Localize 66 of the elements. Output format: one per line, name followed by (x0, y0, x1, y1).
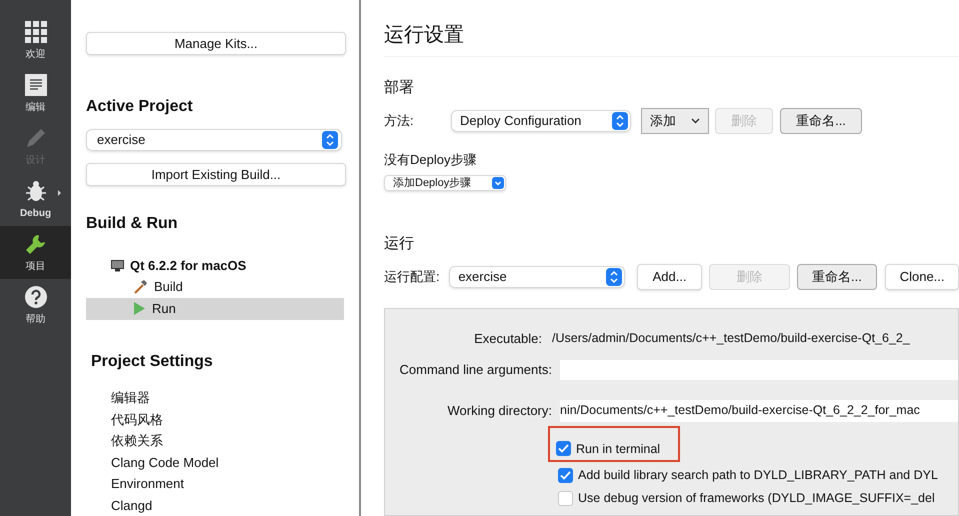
settings-item[interactable]: Environment (111, 473, 344, 494)
settings-item[interactable]: 代码风格 (111, 408, 344, 430)
kit-item[interactable]: Build (86, 276, 344, 298)
option-label: Use debug version of frameworks (DYLD_IMAGE_SUFFIX=_del (578, 490, 935, 507)
run-config-button[interactable]: Add... (637, 264, 702, 290)
chevron-down-icon (691, 118, 700, 124)
settings-item[interactable]: 依赖关系 (111, 430, 344, 452)
working-directory-field[interactable]: nin/Documents/c++_testDemo/build-exercise-Qt_6_2_2_for_mac (560, 400, 958, 422)
mode-button[interactable]: 项目 (0, 226, 71, 279)
submenu-arrow-icon (58, 190, 61, 196)
document-icon (24, 72, 48, 96)
section-heading: 部署 (384, 78, 415, 98)
field-label: Executable: (473, 330, 543, 348)
deploy-method-select[interactable]: Deploy Configuration (451, 110, 631, 132)
chevron-down-icon (492, 177, 504, 189)
kit-item[interactable]: Run (86, 298, 344, 320)
monitor-icon (111, 260, 124, 272)
checkbox[interactable] (558, 490, 573, 506)
settings-item[interactable]: Clang Code Model (111, 452, 344, 473)
run-config-button[interactable]: Clone... (885, 264, 959, 290)
mode-label: 欢迎 (26, 48, 46, 62)
checkmark-icon (558, 444, 569, 454)
settings-item[interactable]: Clangd (111, 494, 344, 516)
run-config-select[interactable]: exercise (449, 266, 626, 288)
checkbox[interactable] (558, 468, 573, 484)
mode-label: 帮助 (26, 312, 46, 326)
mode-label: 项目 (26, 260, 46, 274)
checkmark-icon (560, 471, 571, 480)
hammer-icon (133, 279, 148, 294)
section-heading: 运行 (384, 234, 415, 254)
import-build-button[interactable]: Import Existing Build... (86, 162, 346, 186)
stepper-icon (606, 268, 622, 286)
section-heading: Project Settings (90, 352, 214, 372)
mode-button[interactable]: Debug (0, 173, 71, 226)
run-config-button[interactable]: 重命名... (796, 264, 878, 290)
add-dropdown[interactable]: 添加 (641, 108, 709, 134)
option-label: Add build library search path to DYLD_LIBRARY_PATH and DYL (578, 467, 938, 484)
section-heading: Active Project (86, 97, 194, 118)
no-steps-label: 没有Deploy步骤 (384, 150, 478, 169)
project-select[interactable]: exercise (86, 129, 342, 151)
mode-button[interactable]: 编辑 (0, 67, 71, 120)
manage-kits-button[interactable]: Manage Kits... (86, 32, 346, 56)
stepper-icon (322, 131, 338, 150)
checkbox[interactable] (556, 441, 571, 456)
page-title: 运行设置 (384, 20, 959, 57)
add-step-select[interactable]: 添加Deploy步骤 (384, 175, 506, 191)
field-label: Working directory: (446, 402, 553, 420)
mode-label: 编辑 (26, 100, 46, 114)
executable-path: /Users/admin/Documents/c++_testDemo/build-exercise-Qt_6_2_ (552, 330, 910, 348)
field-label: 方法: (384, 112, 415, 130)
mode-button[interactable]: 帮助 (0, 279, 71, 332)
arguments-field[interactable] (560, 360, 958, 380)
field-label: Command line arguments: (398, 360, 553, 379)
rename-button[interactable]: 重命名... (780, 108, 862, 134)
field-label: 运行配置: (384, 268, 441, 286)
mode-label: Debug (20, 206, 52, 220)
settings-item[interactable]: 编辑器 (111, 387, 344, 408)
play-icon (133, 301, 146, 316)
bug-icon (24, 178, 48, 202)
section-heading: Build & Run (86, 214, 179, 234)
mode-button[interactable]: 欢迎 (0, 14, 71, 67)
help-icon (24, 284, 48, 308)
kit-label: Qt 6.2.2 for macOS (130, 257, 246, 276)
stepper-icon (612, 112, 628, 130)
option-label: Run in terminal (576, 440, 660, 458)
grid-icon (24, 20, 48, 44)
